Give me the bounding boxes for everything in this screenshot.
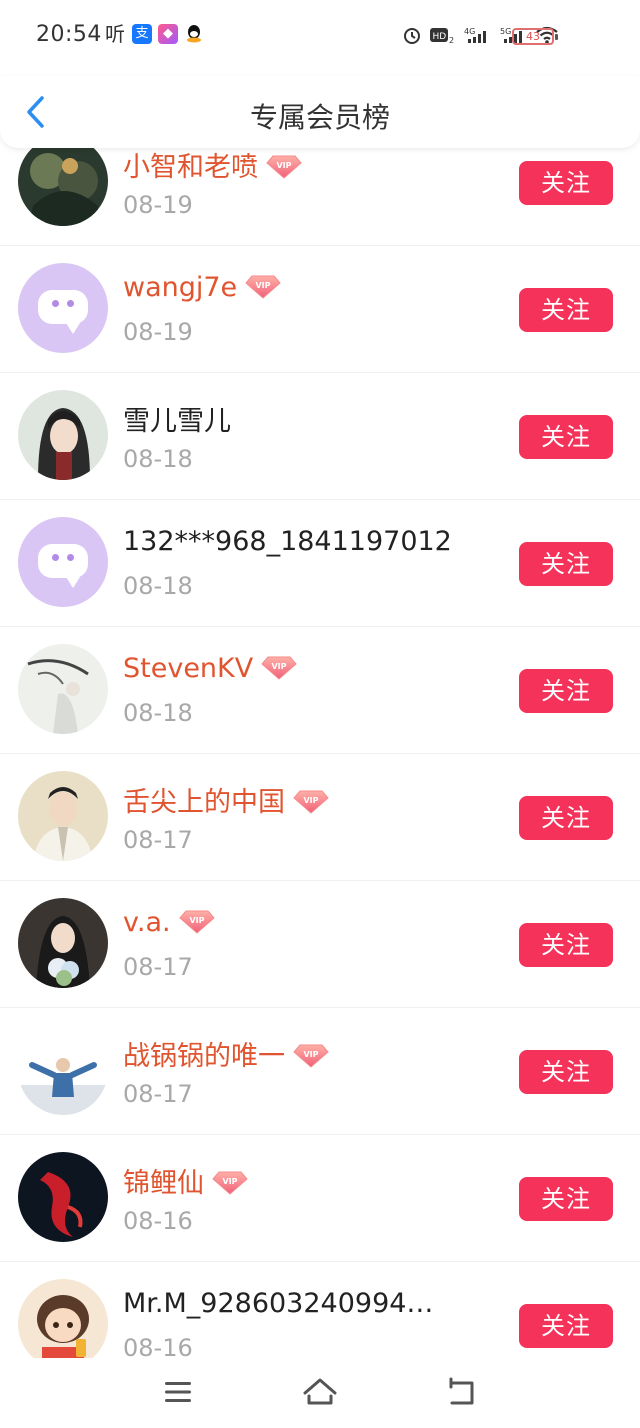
member-name[interactable]: 小智和老喷 VIP [123,145,302,184]
member-date: 08-19 [123,191,193,219]
menu-icon[interactable] [158,1372,198,1412]
member-name[interactable]: Mr.M_928603240994… [123,1288,433,1319]
page-title: 专属会员榜 [249,101,390,134]
battery-icon: 43 [512,28,558,45]
avatar[interactable] [18,136,108,226]
follow-button[interactable]: 关注 [519,669,613,713]
back-icon[interactable] [442,1372,482,1412]
member-name[interactable]: StevenKV VIP [123,653,297,684]
svg-text:VIP: VIP [256,281,271,290]
member-name-text: 战锅锅的唯一 [123,1041,285,1072]
ting-app-icon: 听 [105,22,125,46]
member-row[interactable]: 132***968_1841197012 08-18 关注 [0,500,640,627]
home-icon[interactable] [300,1372,340,1412]
follow-button[interactable]: 关注 [519,1050,613,1094]
alarm-icon [402,26,422,44]
vip-diamond-icon: VIP [261,654,297,680]
avatar[interactable] [18,1152,108,1242]
member-row[interactable]: StevenKV VIP 08-18 关注 [0,627,640,754]
member-name-text: 雪儿雪儿 [123,406,231,437]
member-name-text: v.a. [123,907,171,938]
member-row[interactable]: v.a. VIP 08-17 关注 [0,881,640,1008]
avatar[interactable] [18,644,108,734]
avatar[interactable] [18,771,108,861]
member-name[interactable]: 战锅锅的唯一 VIP [123,1034,329,1073]
status-time: 20:54 [36,22,102,47]
svg-text:VIP: VIP [276,161,291,170]
member-name[interactable]: v.a. VIP [123,907,215,938]
svg-text:VIP: VIP [303,1050,318,1059]
svg-text:VIP: VIP [303,796,318,805]
member-name[interactable]: 132***968_1841197012 [123,526,452,557]
member-date: 08-17 [123,953,193,981]
member-name[interactable]: 舌尖上的中国 VIP [123,780,329,819]
member-date: 08-18 [123,445,193,473]
member-name-text: 舌尖上的中国 [123,787,285,818]
member-name[interactable]: 雪儿雪儿 [123,399,231,438]
svg-text:4G: 4G [464,27,475,36]
chat-bubble-icon [38,290,88,334]
svg-text:VIP: VIP [189,916,204,925]
app-notification-icon: ◆ [158,24,178,44]
qq-icon [184,24,204,44]
member-date: 08-17 [123,826,193,854]
status-bar: 20:54 听 支 ◆ HD 2 4G 5G 43 [0,0,640,76]
chat-bubble-icon [38,544,88,588]
follow-button[interactable]: 关注 [519,796,613,840]
member-row[interactable]: 战锅锅的唯一 VIP 08-17 关注 [0,1008,640,1135]
avatar[interactable] [18,263,108,353]
notification-icons: 听 支 ◆ [104,24,204,44]
vip-diamond-icon: VIP [293,1042,329,1068]
vip-diamond-icon: VIP [293,788,329,814]
vip-diamond-icon: VIP [266,153,302,179]
member-name[interactable]: 锦鲤仙 VIP [123,1161,248,1200]
avatar[interactable] [18,1025,108,1115]
member-date: 08-18 [123,572,193,600]
member-date: 08-16 [123,1207,193,1235]
avatar[interactable] [18,517,108,607]
header: 专属会员榜 [0,76,640,148]
follow-button[interactable]: 关注 [519,288,613,332]
member-row[interactable]: 雪儿雪儿 08-18 关注 [0,373,640,500]
member-date: 08-18 [123,699,193,727]
follow-button[interactable]: 关注 [519,923,613,967]
svg-text:HD: HD [433,32,447,42]
svg-text:5G: 5G [500,27,511,36]
follow-button[interactable]: 关注 [519,542,613,586]
follow-button[interactable]: 关注 [519,415,613,459]
system-nav-bar [0,1358,640,1428]
alipay-icon: 支 [132,24,152,44]
avatar[interactable] [18,390,108,480]
member-row[interactable]: 舌尖上的中国 VIP 08-17 关注 [0,754,640,881]
vip-diamond-icon: VIP [178,908,215,934]
member-name-text: wangj7e [123,272,238,303]
follow-button[interactable]: 关注 [519,1177,613,1221]
follow-button[interactable]: 关注 [519,1304,613,1348]
member-list: 小智和老喷 VIP 08-19 关注 wangj7e VIP 08-19 关注 雪儿雪儿 08-1… [0,119,640,1389]
member-row[interactable]: wangj7e VIP 08-19 关注 [0,246,640,373]
avatar[interactable] [18,898,108,988]
svg-text:2: 2 [449,36,454,44]
member-name-text: Mr.M_928603240994… [123,1288,434,1319]
member-date: 08-17 [123,1080,193,1108]
member-name-text: StevenKV [123,653,254,684]
hd-signal-icon: HD 2 [430,26,456,44]
vip-diamond-icon: VIP [212,1169,248,1195]
member-date: 08-19 [123,318,193,346]
svg-text:VIP: VIP [272,662,287,671]
member-name-text: 小智和老喷 [123,152,258,183]
member-row[interactable]: 锦鲤仙 VIP 08-16 关注 [0,1135,640,1262]
avatar[interactable] [18,1279,108,1369]
member-name[interactable]: wangj7e VIP [123,272,281,303]
member-name-text: 132***968_1841197012 [123,526,452,557]
vip-diamond-icon: VIP [245,273,281,299]
svg-text:VIP: VIP [222,1177,237,1186]
follow-button[interactable]: 关注 [519,161,613,205]
member-name-text: 锦鲤仙 [123,1168,204,1199]
signal-4g-icon: 4G [464,26,492,44]
